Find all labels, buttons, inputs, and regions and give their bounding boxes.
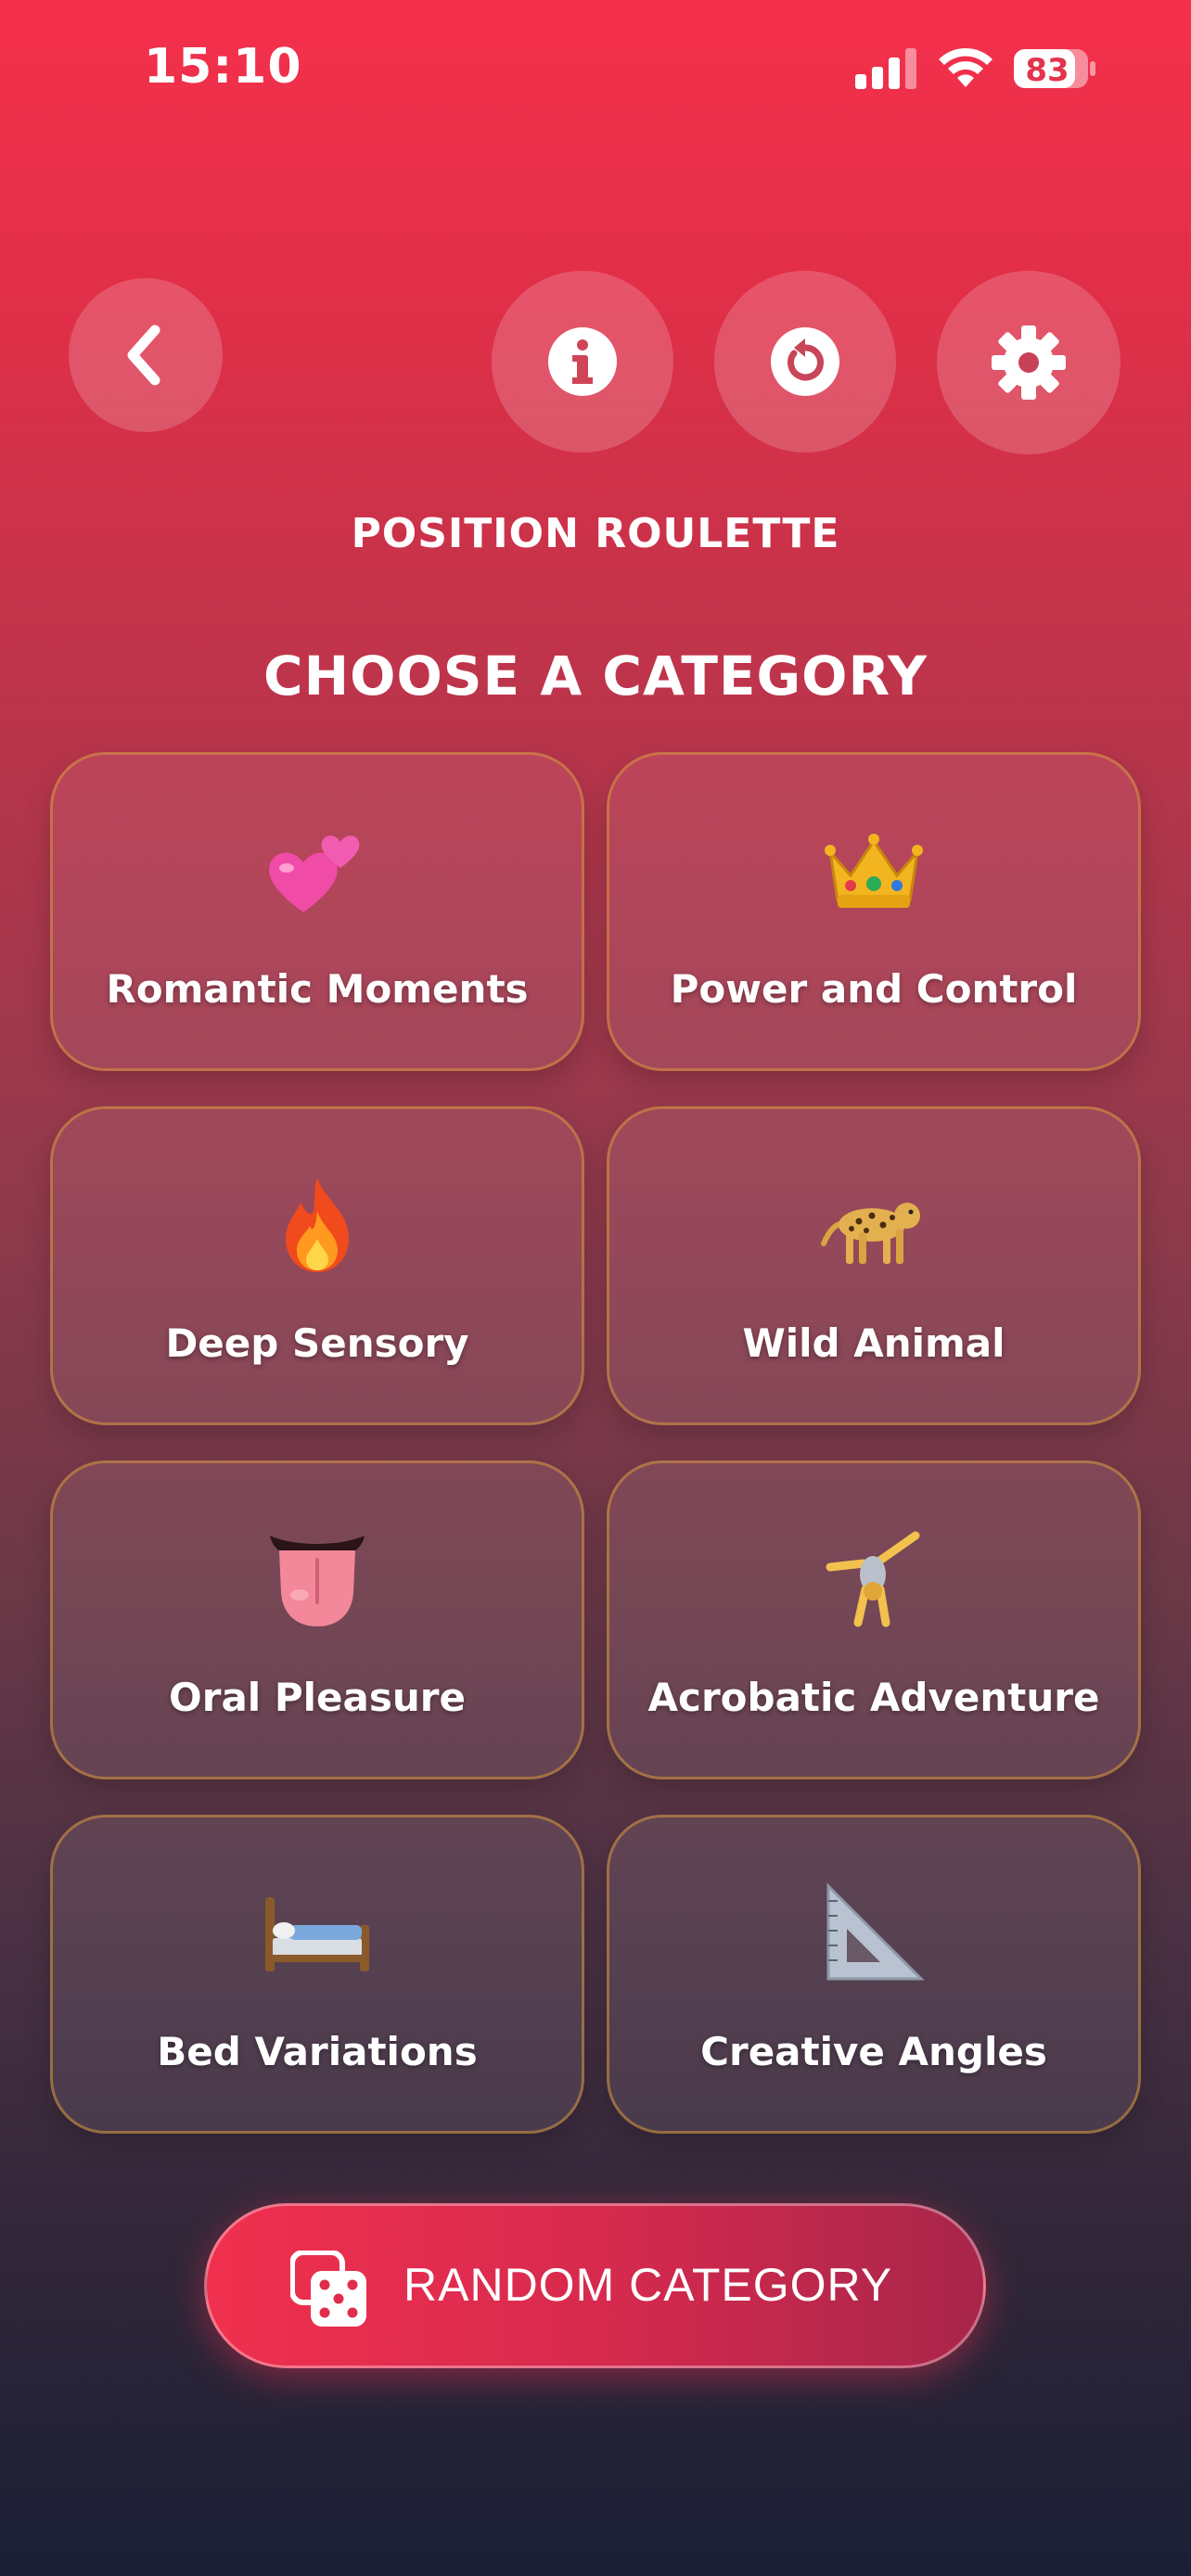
settings-button[interactable] bbox=[937, 271, 1121, 454]
random-category-button[interactable]: RANDOM CATEGORY bbox=[204, 2203, 986, 2368]
reset-icon bbox=[771, 327, 839, 396]
category-card-power-and-control[interactable]: Power and Control bbox=[607, 752, 1141, 1071]
reset-button[interactable] bbox=[714, 271, 896, 453]
cartwheel-icon bbox=[826, 1531, 920, 1627]
wifi-icon bbox=[939, 47, 992, 87]
app-subtitle: POSITION ROULETTE bbox=[351, 510, 840, 557]
page-title: CHOOSE A CATEGORY bbox=[263, 644, 928, 708]
bed-icon bbox=[265, 1897, 369, 1971]
category-card-romantic-moments[interactable]: Romantic Moments bbox=[50, 752, 584, 1071]
tongue-icon bbox=[270, 1536, 365, 1626]
category-card-creative-angles[interactable]: Creative Angles bbox=[607, 1815, 1141, 2134]
cellular-signal-icon bbox=[855, 48, 916, 89]
category-label: Bed Variations bbox=[157, 2029, 478, 2074]
category-card-deep-sensory[interactable]: Deep Sensory bbox=[50, 1106, 584, 1425]
category-grid: Romantic Moments Power and Control Deep … bbox=[50, 752, 1143, 2134]
triangular-ruler-icon bbox=[826, 1882, 925, 1981]
chevron-left-icon bbox=[127, 325, 160, 386]
category-card-wild-animal[interactable]: Wild Animal bbox=[607, 1106, 1141, 1425]
back-button[interactable] bbox=[69, 278, 223, 432]
battery-indicator: 83 bbox=[1013, 48, 1096, 89]
category-label: Romantic Moments bbox=[106, 966, 529, 1012]
info-icon bbox=[548, 327, 617, 396]
category-label: Acrobatic Adventure bbox=[647, 1675, 1100, 1720]
random-category-label: RANDOM CATEGORY bbox=[403, 2259, 893, 2311]
status-time: 15:10 bbox=[144, 39, 302, 95]
dice-icon bbox=[290, 2251, 366, 2327]
category-label: Wild Animal bbox=[742, 1320, 1005, 1366]
gear-icon bbox=[992, 325, 1066, 400]
category-card-acrobatic-adventure[interactable]: Acrobatic Adventure bbox=[607, 1460, 1141, 1779]
info-button[interactable] bbox=[492, 271, 673, 453]
category-label: Creative Angles bbox=[700, 2029, 1047, 2074]
category-label: Deep Sensory bbox=[165, 1320, 469, 1366]
crown-icon bbox=[825, 834, 923, 908]
two-hearts-icon bbox=[269, 835, 360, 912]
category-card-oral-pleasure[interactable]: Oral Pleasure bbox=[50, 1460, 584, 1779]
battery-level: 83 bbox=[1025, 52, 1069, 89]
category-label: Oral Pleasure bbox=[169, 1675, 466, 1720]
category-label: Power and Control bbox=[670, 966, 1078, 1012]
category-card-bed-variations[interactable]: Bed Variations bbox=[50, 1815, 584, 2134]
fire-icon bbox=[286, 1178, 349, 1272]
leopard-icon bbox=[821, 1203, 920, 1264]
